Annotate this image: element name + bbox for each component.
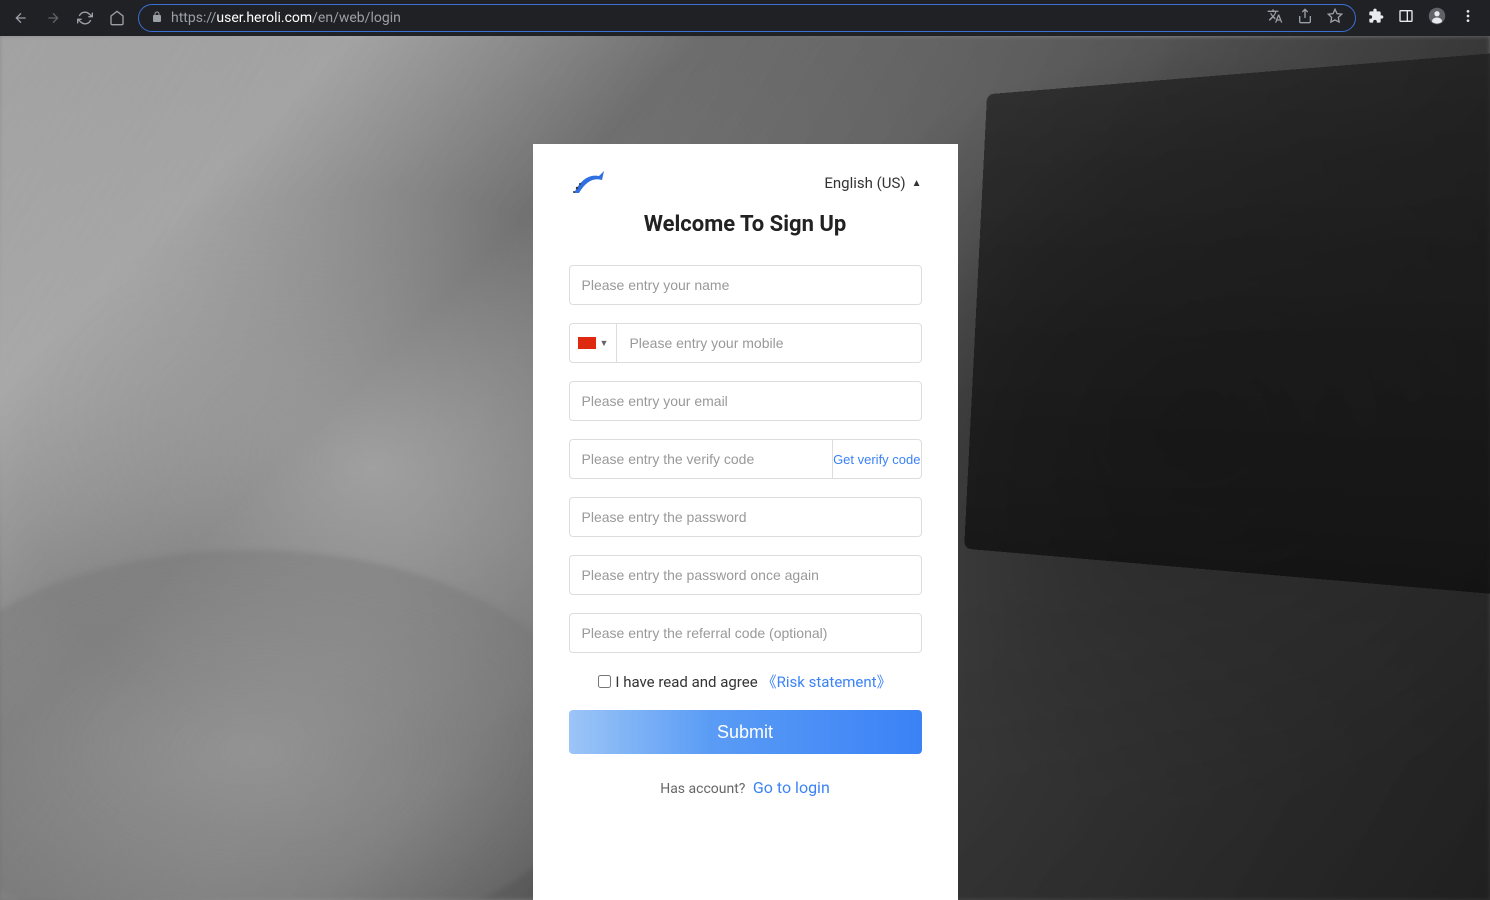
password-confirm-input[interactable] bbox=[569, 555, 922, 595]
email-input[interactable] bbox=[569, 381, 922, 421]
forward-button[interactable] bbox=[44, 9, 62, 27]
language-selector[interactable]: English (US) ▲ bbox=[824, 174, 921, 192]
password-input[interactable] bbox=[569, 497, 922, 537]
url-text: https://user.heroli.com/en/web/login bbox=[171, 10, 1259, 26]
logo bbox=[569, 168, 609, 198]
referral-code-input[interactable] bbox=[569, 613, 922, 653]
bookmark-star-icon[interactable] bbox=[1327, 8, 1343, 28]
extensions-icon[interactable] bbox=[1368, 8, 1384, 28]
extension-icons bbox=[1368, 7, 1482, 29]
go-to-login-link[interactable]: Go to login bbox=[753, 778, 830, 797]
nav-buttons bbox=[8, 9, 126, 27]
card-header: English (US) ▲ bbox=[569, 168, 922, 198]
verify-code-input[interactable] bbox=[569, 439, 833, 479]
chevron-up-icon: ▲ bbox=[912, 178, 922, 189]
agree-text: I have read and agree bbox=[615, 673, 757, 691]
page-background: English (US) ▲ Welcome To Sign Up ▼ Get … bbox=[0, 36, 1490, 900]
signup-card: English (US) ▲ Welcome To Sign Up ▼ Get … bbox=[533, 144, 958, 900]
agreement-row: I have read and agree 《Risk statement》 bbox=[569, 671, 922, 692]
language-label: English (US) bbox=[824, 174, 905, 192]
chevron-down-icon: ▼ bbox=[600, 338, 609, 349]
lock-icon bbox=[151, 11, 163, 26]
get-verify-code-button[interactable]: Get verify code bbox=[832, 439, 921, 479]
name-input[interactable] bbox=[569, 265, 922, 305]
share-icon[interactable] bbox=[1297, 8, 1313, 28]
address-bar-icons bbox=[1267, 8, 1343, 28]
profile-icon[interactable] bbox=[1428, 7, 1446, 29]
login-prompt: Has account? Go to login bbox=[569, 778, 922, 797]
agree-checkbox[interactable] bbox=[598, 675, 611, 688]
country-code-selector[interactable]: ▼ bbox=[569, 323, 617, 363]
has-account-text: Has account? bbox=[660, 781, 745, 797]
background-laptop bbox=[964, 48, 1490, 600]
reload-button[interactable] bbox=[76, 9, 94, 27]
menu-icon[interactable] bbox=[1460, 8, 1476, 28]
panel-icon[interactable] bbox=[1398, 8, 1414, 28]
home-button[interactable] bbox=[108, 9, 126, 27]
flag-icon bbox=[578, 337, 596, 349]
back-button[interactable] bbox=[12, 9, 30, 27]
mobile-input[interactable] bbox=[616, 323, 921, 363]
submit-button[interactable]: Submit bbox=[569, 710, 922, 754]
risk-statement-link[interactable]: 《Risk statement》 bbox=[762, 671, 892, 692]
translate-icon[interactable] bbox=[1267, 8, 1283, 28]
address-bar[interactable]: https://user.heroli.com/en/web/login bbox=[138, 4, 1356, 32]
page-title: Welcome To Sign Up bbox=[569, 212, 922, 237]
browser-toolbar: https://user.heroli.com/en/web/login bbox=[0, 0, 1490, 36]
